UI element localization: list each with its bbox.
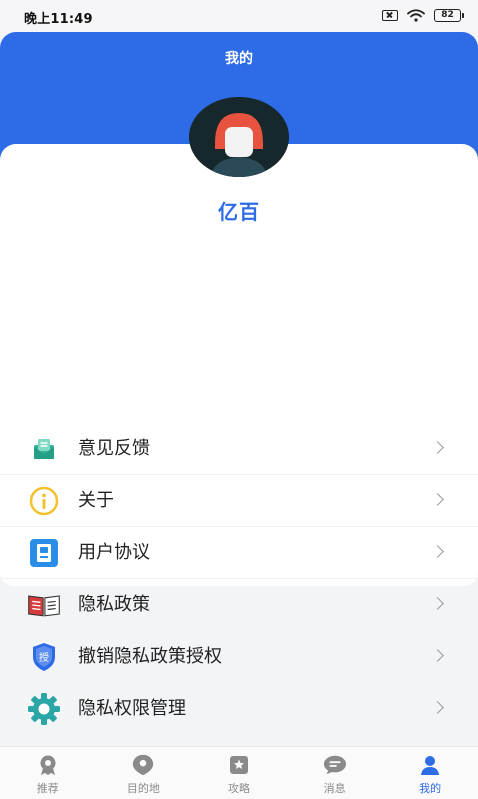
- chevron-right-icon: [431, 493, 444, 506]
- tab-messages[interactable]: 消息: [287, 747, 383, 799]
- menu-label: 用户协议: [78, 542, 150, 563]
- menu-label: 隐私政策: [78, 594, 150, 615]
- feedback-mail-icon: [26, 431, 62, 467]
- menu-item-privacy-policy[interactable]: 隐私政策: [0, 579, 478, 631]
- tab-label: 消息: [323, 782, 346, 795]
- chevron-right-icon: [431, 649, 444, 662]
- menu-label: 意见反馈: [78, 438, 150, 459]
- battery-level: 82: [434, 9, 461, 22]
- no-sim-icon: [382, 10, 398, 21]
- bottom-tab-bar: 推荐 目的地 攻略 消息 我的: [0, 746, 478, 799]
- message-icon: [323, 753, 347, 777]
- tab-label: 攻略: [227, 782, 250, 795]
- avatar[interactable]: [189, 97, 289, 177]
- info-icon: [26, 483, 62, 519]
- menu-item-revoke-privacy-consent[interactable]: 授 撤销隐私政策授权: [0, 631, 478, 683]
- tab-destination[interactable]: 目的地: [96, 747, 192, 799]
- wifi-icon: [407, 9, 425, 22]
- recommend-icon: [36, 753, 60, 777]
- page-title: 我的: [225, 51, 253, 67]
- username: 亿百: [218, 200, 260, 224]
- location-icon: [131, 753, 155, 777]
- tab-label: 目的地: [126, 782, 160, 795]
- tab-guide[interactable]: 攻略: [191, 747, 287, 799]
- chevron-right-icon: [431, 597, 444, 610]
- revoke-shield-icon: 授: [26, 639, 62, 675]
- chevron-right-icon: [431, 701, 444, 714]
- menu-item-privacy-permissions[interactable]: 隐私权限管理: [0, 683, 478, 735]
- menu-item-feedback[interactable]: 意见反馈: [0, 423, 478, 475]
- user-agreement-icon: [26, 535, 62, 571]
- status-time: 晚上11:49: [24, 12, 93, 27]
- status-indicators: 82: [382, 9, 464, 22]
- menu-label: 隐私权限管理: [78, 698, 186, 719]
- gear-icon: [26, 691, 62, 727]
- chevron-right-icon: [431, 441, 444, 454]
- tab-label: 推荐: [36, 782, 59, 795]
- menu-label: 关于: [78, 490, 114, 511]
- settings-menu: 意见反馈 关于 用户协议 隐私政策 授 撤销隐私政策授权 隐私权限管理: [0, 423, 478, 735]
- status-bar: 晚上11:49 82: [0, 0, 478, 32]
- guide-icon: [227, 753, 251, 777]
- menu-label: 撤销隐私政策授权: [78, 646, 222, 667]
- svg-text:授: 授: [39, 651, 49, 664]
- battery-icon: 82: [434, 9, 464, 22]
- chevron-right-icon: [431, 545, 444, 558]
- menu-item-about[interactable]: 关于: [0, 475, 478, 527]
- menu-item-user-agreement[interactable]: 用户协议: [0, 527, 478, 579]
- profile-icon: [418, 753, 442, 777]
- tab-profile[interactable]: 我的: [382, 747, 478, 799]
- tab-recommend[interactable]: 推荐: [0, 747, 96, 799]
- privacy-book-icon: [26, 587, 62, 623]
- tab-label: 我的: [419, 782, 442, 795]
